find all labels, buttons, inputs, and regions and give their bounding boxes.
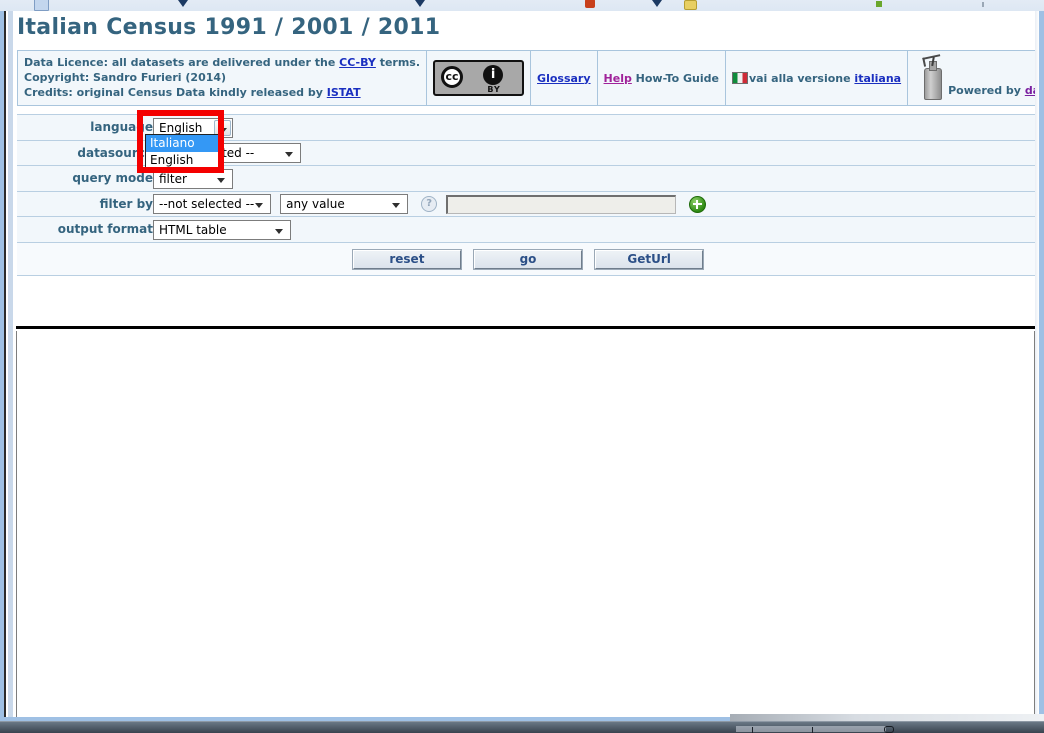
istat-link[interactable]: ISTAT <box>327 86 361 99</box>
language-label: language <box>17 114 153 141</box>
yellow-folder-icon[interactable] <box>684 0 697 10</box>
taskbar-tick <box>752 727 753 733</box>
taskbar-tick <box>812 727 813 733</box>
howto-guide-text: How-To Guide <box>631 71 719 85</box>
form-buttons-cell: reset go GetUrl <box>17 241 1039 276</box>
output-pane <box>16 330 1035 717</box>
cc-by-badge-icon: cc i BY <box>433 60 525 96</box>
output-format-select-value: HTML table <box>159 222 227 237</box>
by-label: BY <box>487 85 501 94</box>
plus-icon[interactable] <box>689 195 707 213</box>
copyright-line: Copyright: Sandro Furieri (2014) <box>24 71 227 84</box>
caret-icon[interactable] <box>178 0 188 7</box>
help-link[interactable]: Help <box>604 72 632 85</box>
viewport-left-edge <box>4 11 13 717</box>
filter-operator-select-value: any value <box>286 197 345 211</box>
powered-by-wrap: Powered by dataSeltzer <box>914 54 1039 100</box>
licence-suffix: terms. <box>375 56 421 69</box>
powered-prefix: Powered by <box>948 84 1025 97</box>
browser-window-frame: Italian Census 1991 / 2001 / 2011 Data L… <box>0 11 1044 722</box>
query-mode-select-value: filter <box>159 171 187 186</box>
glossary-cell: Glossary <box>530 50 598 106</box>
filter-field-select-value: --not selected -- <box>159 197 255 211</box>
glossary-link[interactable]: Glossary <box>537 72 590 85</box>
query-mode-field-cell: filter <box>153 165 1039 192</box>
geturl-button[interactable]: GetUrl <box>594 248 705 270</box>
italiana-link[interactable]: italiana <box>854 72 901 85</box>
language-option-english[interactable]: English <box>146 152 220 169</box>
taskbar-segment[interactable] <box>736 726 886 732</box>
output-format-field-cell: HTML table <box>153 216 1039 243</box>
licence-line: Data Licence: all datasets are delivered… <box>24 55 420 70</box>
filter-value-input[interactable] <box>446 194 677 214</box>
by-person-icon: i <box>483 65 504 85</box>
page-title: Italian Census 1991 / 2001 / 2011 <box>17 15 441 40</box>
section-divider <box>16 325 1035 329</box>
form-buttons-row: reset go GetUrl <box>17 241 1039 276</box>
chevron-down-icon[interactable] <box>389 196 406 212</box>
powered-by-text: Powered by dataSeltzer <box>948 84 1039 100</box>
green-dot-icon[interactable] <box>876 1 882 7</box>
os-taskbar[interactable] <box>0 721 1044 733</box>
italian-version-cell: vai alla versione italiana <box>724 50 909 106</box>
language-select-value: English <box>159 120 203 135</box>
powered-by-cell: Powered by dataSeltzer <box>907 50 1039 106</box>
query-mode-select[interactable]: filter <box>153 168 233 189</box>
filter-field-select[interactable]: --not selected -- <box>153 194 271 214</box>
output-format-row: output format HTML table <box>17 216 1039 243</box>
italy-flag-icon <box>731 71 748 84</box>
go-button[interactable]: go <box>473 248 583 270</box>
italian-prefix: vai alla versione <box>748 71 855 85</box>
chevron-down-icon[interactable] <box>282 145 299 161</box>
credits-table: Data Licence: all datasets are delivered… <box>16 50 1039 106</box>
licence-prefix: Data Licence: all datasets are delivered… <box>24 56 340 69</box>
browser-viewport: Italian Census 1991 / 2001 / 2011 Data L… <box>4 11 1039 717</box>
caret-icon[interactable] <box>415 0 425 7</box>
credits-row: Data Licence: all datasets are delivered… <box>16 50 1039 106</box>
credits-line: Credits: original Census Data kindly rel… <box>24 85 420 100</box>
question-mark-icon[interactable]: ? <box>421 196 438 212</box>
cc-by-link[interactable]: CC-BY <box>339 56 376 69</box>
red-favicon[interactable] <box>585 0 595 8</box>
bottle-body <box>924 68 943 100</box>
seltzer-bottle-icon <box>922 54 943 100</box>
folder-icon[interactable] <box>34 0 49 11</box>
cc-circle-icon: cc <box>441 66 464 88</box>
licence-cell: Data Licence: all datasets are delivered… <box>16 50 428 106</box>
chevron-down-icon[interactable] <box>214 171 231 187</box>
caret-icon[interactable] <box>652 0 662 7</box>
cc-badge-cell: cc i BY <box>426 50 532 106</box>
tick-icon <box>982 2 984 7</box>
page-content: Italian Census 1991 / 2001 / 2011 Data L… <box>13 11 1039 717</box>
page-right-edge <box>1035 11 1039 717</box>
language-field-cell: English <box>153 114 1039 141</box>
filter-operator-select[interactable]: any value <box>280 194 409 214</box>
help-cell: Help How-To Guide <box>596 50 726 106</box>
output-format-select[interactable]: HTML table <box>153 219 291 240</box>
output-format-label: output format <box>17 216 153 243</box>
language-option-italiano[interactable]: Italiano <box>146 135 220 152</box>
filter-by-row: filter by --not selected -- any value ? <box>17 190 1039 217</box>
datasource-label: datasource <box>17 139 153 166</box>
chevron-down-icon[interactable] <box>272 222 289 238</box>
chevron-down-icon[interactable] <box>252 196 269 212</box>
datasource-field-cell: --not selected -- <box>153 139 1039 166</box>
credits-prefix: Credits: original Census Data kindly rel… <box>24 86 327 99</box>
query-mode-label: query mode <box>17 165 153 192</box>
results-message-area <box>17 275 1037 326</box>
reset-button[interactable]: reset <box>351 248 462 270</box>
filter-by-field-cell: --not selected -- any value ? <box>153 190 1039 217</box>
filter-by-label: filter by <box>17 190 153 217</box>
taskbar-indicator <box>884 726 894 733</box>
language-option-list[interactable]: Italiano English <box>145 134 221 170</box>
